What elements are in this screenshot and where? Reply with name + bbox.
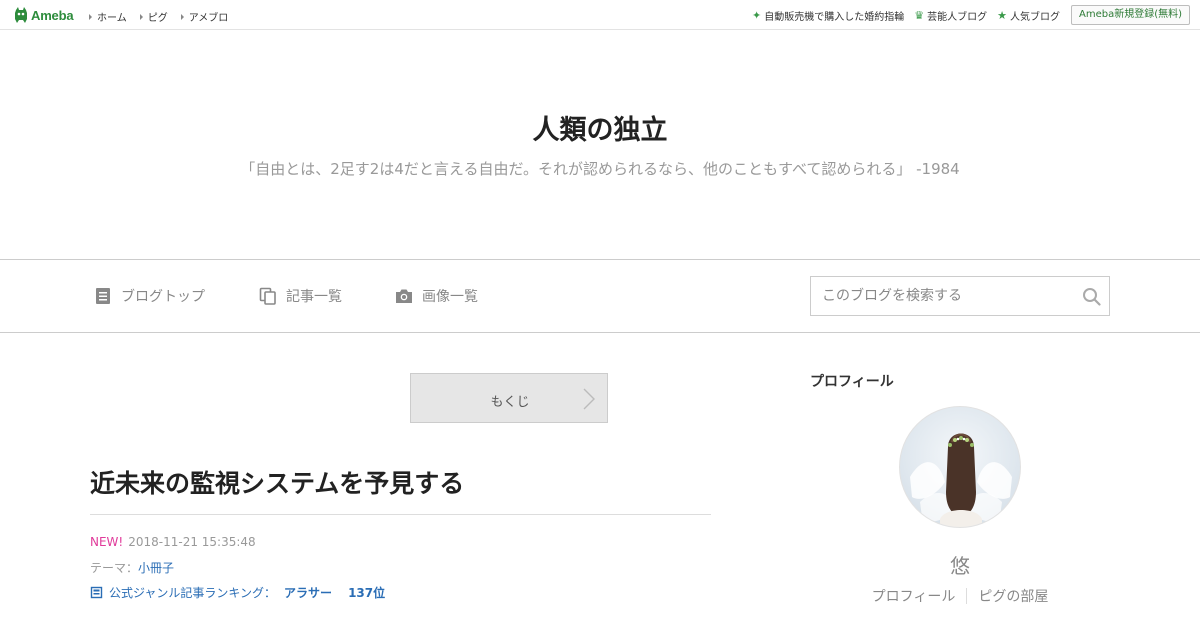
avatar[interactable]: [899, 406, 1021, 528]
ameba-logo[interactable]: Ameba: [14, 7, 74, 23]
blog-description: 「自由とは、2足す2は4だと言える自由だ。それが認められるなら、他のこともすべて…: [240, 160, 960, 178]
profile-photo: [910, 433, 1012, 527]
link-label: 人気ブログ: [1010, 12, 1060, 23]
crown-icon: ♛: [914, 9, 925, 22]
sparkle-icon: ✦: [752, 9, 762, 22]
nav-label: ブログトップ: [121, 289, 205, 305]
blog-search-box: [810, 276, 1110, 316]
theme-prefix: テーマ：: [90, 561, 139, 575]
chevron-right-icon: [583, 388, 595, 410]
triangle-right-icon: [139, 13, 143, 20]
link-popular-blogs[interactable]: ★ 人気ブログ: [997, 8, 1060, 23]
logo-text: Ameba: [31, 7, 74, 23]
camera-icon: [396, 289, 412, 303]
global-nav-label: ホーム: [97, 13, 127, 24]
toc-label: もくじ: [490, 395, 530, 410]
ranking-position: 137位: [348, 586, 386, 600]
pigg-room-link[interactable]: ピグの部屋: [967, 586, 1059, 606]
divider: [90, 514, 711, 515]
copy-icon: [259, 287, 276, 305]
global-nav: ホーム ピグ アメブロ: [89, 9, 241, 24]
new-badge: NEW!: [90, 535, 124, 549]
global-nav-label: アメブロ: [188, 13, 229, 24]
document-icon: [96, 288, 110, 304]
star-icon: ★: [997, 9, 1007, 22]
global-right-links: ✦ 自動販売機で購入した婚約指輪 ♛ 芸能人ブログ ★ 人気ブログ: [752, 8, 1060, 23]
search-icon[interactable]: [1082, 287, 1101, 306]
triangle-right-icon: [89, 13, 92, 20]
triangle-right-icon: [180, 13, 184, 20]
global-nav-label: ピグ: [147, 13, 168, 24]
link-label: 自動販売機で購入した婚約指輪: [764, 12, 905, 23]
global-header: Ameba ホーム ピグ アメブロ ✦ 自動販売機で購入した婚約指輪 ♛ 芸能人ブロ…: [0, 0, 1200, 30]
theme-link[interactable]: 小冊子: [138, 561, 174, 575]
link-engagement-ring[interactable]: ✦ 自動販売機で購入した婚約指輪: [752, 8, 904, 23]
blog-title[interactable]: 人類の独立: [0, 108, 1200, 147]
profile-links: プロフィール ピグの部屋: [860, 586, 1060, 606]
entry-theme: テーマ：小冊子: [90, 559, 174, 576]
ranking-icon: [90, 586, 103, 599]
entry-datetime: 2018-11-21 15:35:48: [128, 535, 256, 549]
nav-image-list[interactable]: 画像一覧: [395, 286, 478, 306]
ranking-label: 公式ジャンル記事ランキング：: [109, 586, 277, 600]
profile-link[interactable]: プロフィール: [861, 586, 967, 606]
global-nav-home[interactable]: ホーム: [89, 9, 127, 24]
ranking-genre[interactable]: アラサー: [284, 584, 332, 601]
toc-button[interactable]: もくじ: [410, 373, 608, 423]
nav-label: 画像一覧: [422, 289, 478, 305]
genre-ranking[interactable]: 公式ジャンル記事ランキング： アラサー 137位: [90, 584, 385, 601]
link-celebrity-blogs[interactable]: ♛ 芸能人ブログ: [914, 8, 987, 23]
entry-title[interactable]: 近未来の監視システムを予見する: [90, 464, 464, 500]
blog-nav: ブログトップ 記事一覧 画像一覧: [0, 259, 1200, 333]
global-nav-ameblo[interactable]: アメブロ: [180, 9, 229, 24]
nav-blog-top[interactable]: ブログトップ: [94, 286, 205, 306]
link-label: 芸能人ブログ: [927, 12, 988, 23]
entry-meta: NEW! 2018-11-21 15:35:48: [90, 535, 256, 549]
profile-heading: プロフィール: [810, 374, 894, 390]
register-button[interactable]: Ameba新規登録(無料): [1070, 5, 1190, 25]
nav-entry-list[interactable]: 記事一覧: [259, 286, 342, 306]
search-input[interactable]: [811, 277, 1061, 315]
profile-name: 悠: [950, 554, 970, 578]
global-nav-pigg[interactable]: ピグ: [139, 9, 168, 24]
ameba-mascot-icon: [15, 7, 27, 23]
nav-label: 記事一覧: [286, 289, 342, 305]
